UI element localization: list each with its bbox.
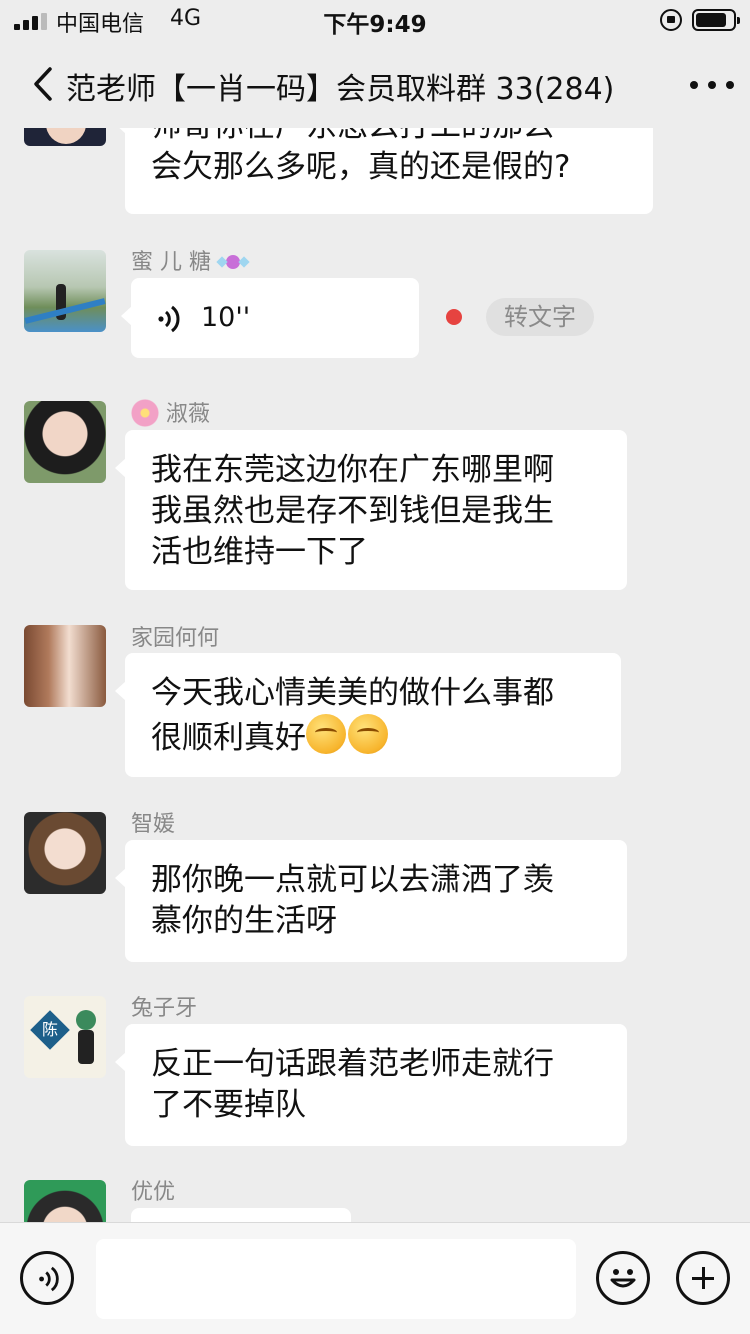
sender-name: 蜜 儿 糖 bbox=[131, 244, 250, 276]
message-text-line: 我虽然也是存不到钱但是我生 bbox=[151, 493, 554, 529]
emoji-button[interactable] bbox=[596, 1251, 650, 1305]
message-input[interactable] bbox=[96, 1239, 576, 1319]
message-bubble[interactable]: 师哥你在广东怎么打工的那么 会欠那么多呢，真的还是假的? bbox=[115, 128, 653, 214]
input-bar bbox=[0, 1222, 750, 1334]
sender-name: 家园何何 bbox=[131, 626, 220, 651]
message-text-line: 了不要掉队 bbox=[151, 1087, 306, 1123]
message-bubble[interactable]: 反正一句话跟着范老师走就行 了不要掉队 bbox=[115, 1024, 627, 1146]
message-text-line: 活也维持一下了 bbox=[151, 534, 368, 570]
message-text-line: 反正一句话跟着范老师走就行 bbox=[151, 1046, 554, 1082]
message-bubble[interactable] bbox=[131, 1208, 351, 1222]
back-chevron-icon[interactable] bbox=[30, 66, 60, 102]
message-text-line: 师哥你在广东怎么打工的那么 bbox=[151, 128, 629, 147]
message-bubble[interactable]: 今天我心情美美的做什么事都 很顺利真好 bbox=[115, 653, 621, 777]
message-text-line: 慕你的生活呀 bbox=[151, 903, 337, 939]
battery-icon bbox=[692, 9, 740, 31]
voice-wave-icon bbox=[39, 1266, 59, 1292]
message-text-line: 今天我心情美美的做什么事都 bbox=[151, 675, 554, 711]
unread-dot bbox=[446, 309, 462, 325]
avatar[interactable] bbox=[24, 128, 106, 146]
sender-name: 淑薇 bbox=[131, 396, 210, 428]
chat-header: 范老师【一肖一码】会员取料群 33(284) bbox=[0, 40, 750, 128]
message-text-line: 会欠那么多呢，真的还是假的? bbox=[151, 149, 571, 185]
thinking-emoji-icon bbox=[348, 714, 388, 754]
status-time: 下午9:49 bbox=[323, 12, 427, 38]
candy-icon bbox=[216, 253, 250, 271]
plus-icon[interactable] bbox=[676, 1251, 730, 1305]
voice-input-button[interactable] bbox=[20, 1251, 74, 1305]
voice-message-bubble[interactable]: 10'' bbox=[121, 278, 419, 358]
orientation-lock-icon bbox=[660, 9, 682, 31]
group-title: 范老师【一肖一码】会员取料群 33(284) bbox=[66, 72, 615, 107]
sender-name: 智媛 bbox=[131, 812, 176, 837]
voice-wave-icon bbox=[158, 305, 180, 333]
flower-icon bbox=[131, 399, 159, 427]
message-text-line: 那你晚一点就可以去潇洒了羡 bbox=[151, 862, 554, 898]
emoji-face-icon bbox=[610, 1269, 636, 1288]
message-text-line: 我在东莞这边你在广东哪里啊 bbox=[151, 452, 554, 488]
avatar[interactable] bbox=[24, 401, 106, 483]
avatar[interactable] bbox=[24, 250, 106, 332]
status-bar: 中国电信 4G 下午9:49 bbox=[0, 0, 750, 40]
message-text-line: 很顺利真好 bbox=[151, 714, 597, 759]
voice-duration: 10'' bbox=[201, 302, 251, 333]
thinking-emoji-icon bbox=[306, 714, 346, 754]
avatar[interactable] bbox=[24, 812, 106, 894]
avatar[interactable] bbox=[24, 625, 106, 707]
avatar[interactable]: 陈 bbox=[24, 996, 106, 1078]
avatar-badge: 陈 bbox=[30, 1010, 70, 1050]
more-dots-icon[interactable] bbox=[688, 76, 740, 92]
sender-name: 优优 bbox=[131, 1180, 176, 1205]
message-bubble[interactable]: 那你晚一点就可以去潇洒了羡 慕你的生活呀 bbox=[115, 840, 627, 962]
avatar[interactable] bbox=[24, 1180, 106, 1222]
message-list[interactable]: 师哥你在广东怎么打工的那么 会欠那么多呢，真的还是假的? 蜜 儿 糖 10'' … bbox=[0, 128, 750, 1222]
message-bubble[interactable]: 我在东莞这边你在广东哪里啊 我虽然也是存不到钱但是我生 活也维持一下了 bbox=[115, 430, 627, 590]
convert-to-text-button[interactable]: 转文字 bbox=[486, 298, 594, 336]
sender-name: 兔子牙 bbox=[131, 996, 198, 1021]
